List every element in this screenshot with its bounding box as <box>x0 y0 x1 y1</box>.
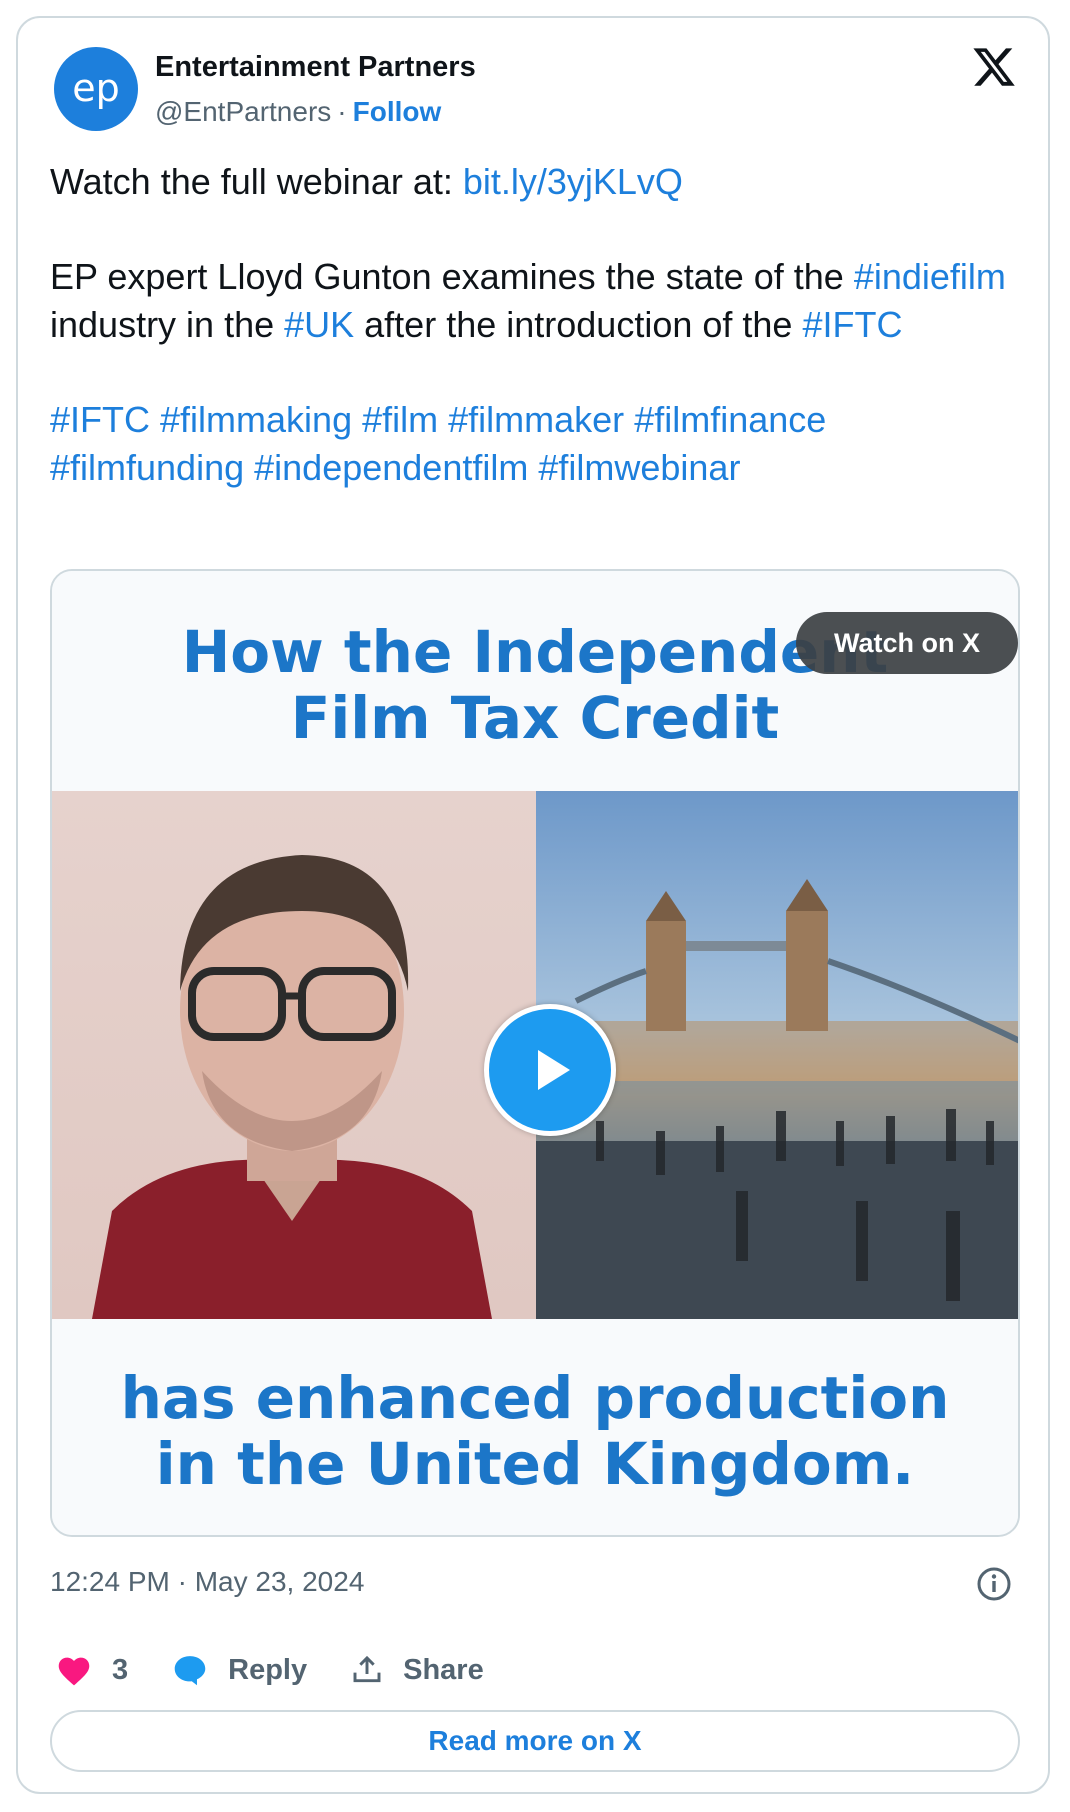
webinar-link[interactable]: bit.ly/3yjKLvQ <box>463 161 683 202</box>
author-handle[interactable]: @EntPartners <box>155 96 331 127</box>
play-button[interactable] <box>484 1004 616 1136</box>
like-button[interactable]: 3 <box>56 1654 128 1687</box>
author-handle-row: @EntPartners · Follow <box>155 96 441 128</box>
headline-line: has enhanced production <box>120 1364 950 1432</box>
tweet-body: Watch the full webinar at: bit.ly/3yjKLv… <box>50 158 1030 539</box>
avatar-text: ep <box>72 66 120 110</box>
info-icon[interactable] <box>976 1566 1012 1602</box>
tweet-text-segment: EP expert Lloyd Gunton examines the stat… <box>50 256 854 297</box>
play-icon <box>538 1050 570 1090</box>
headline-line: Film Tax Credit <box>290 684 780 752</box>
share-button[interactable]: Share <box>351 1654 484 1687</box>
tweet-text-segment: industry in the <box>50 304 285 345</box>
tweet-text-segment: after the introduction of the <box>354 304 803 345</box>
follow-button[interactable]: Follow <box>353 96 442 127</box>
tweet-timestamp[interactable]: 12:24 PM · May 23, 2024 <box>50 1566 364 1598</box>
reply-label: Reply <box>228 1653 308 1686</box>
hashtag-link[interactable]: #filmmaking <box>160 399 352 440</box>
ep-logo-icon: ep <box>72 66 120 110</box>
tweet-paragraph-3: #IFTC #filmmaking #film #filmmaker #film… <box>50 396 1030 492</box>
read-more-button[interactable]: Read more on X <box>50 1710 1020 1772</box>
like-count: 3 <box>112 1653 129 1686</box>
tweet-text-segment: Watch the full webinar at: <box>50 161 463 202</box>
x-logo-icon[interactable] <box>970 44 1018 90</box>
hashtag-link[interactable]: #filmfunding <box>50 447 244 488</box>
hashtag-link[interactable]: #IFTC <box>802 304 902 345</box>
separator-dot: · <box>337 96 347 127</box>
hashtag-link[interactable]: #filmwebinar <box>538 447 740 488</box>
heart-icon <box>58 1657 90 1686</box>
hashtag-link[interactable]: #IFTC <box>50 399 150 440</box>
tweet-paragraph-1: Watch the full webinar at: bit.ly/3yjKLv… <box>50 158 1030 206</box>
video-headline-bottom: has enhanced production in the United Ki… <box>52 1365 1018 1497</box>
author-name[interactable]: Entertainment Partners <box>155 51 476 84</box>
tweet-card: ep Entertainment Partners @EntPartners · F… <box>16 16 1050 1794</box>
share-upload-icon <box>353 1655 381 1683</box>
reply-button[interactable]: Reply <box>172 1654 307 1687</box>
tweet-paragraph-2: EP expert Lloyd Gunton examines the stat… <box>50 253 1030 349</box>
speaker-photo <box>52 791 536 1319</box>
hashtag-link[interactable]: #filmmaker <box>448 399 624 440</box>
action-bar: 3 Reply Share <box>56 1650 528 1690</box>
hashtag-link[interactable]: #independentfilm <box>254 447 528 488</box>
headline-line: in the United Kingdom. <box>155 1430 915 1498</box>
hashtag-link[interactable]: #film <box>362 399 438 440</box>
share-label: Share <box>403 1653 484 1686</box>
hashtag-link[interactable]: #indiefilm <box>854 256 1006 297</box>
reply-bubble-icon <box>174 1656 206 1686</box>
hashtag-link[interactable]: #filmfinance <box>634 399 826 440</box>
speaker-illustration <box>92 855 492 1319</box>
hashtag-link[interactable]: #UK <box>284 304 354 345</box>
watch-on-x-button[interactable]: Watch on X <box>796 612 1018 674</box>
avatar[interactable]: ep <box>54 47 138 131</box>
